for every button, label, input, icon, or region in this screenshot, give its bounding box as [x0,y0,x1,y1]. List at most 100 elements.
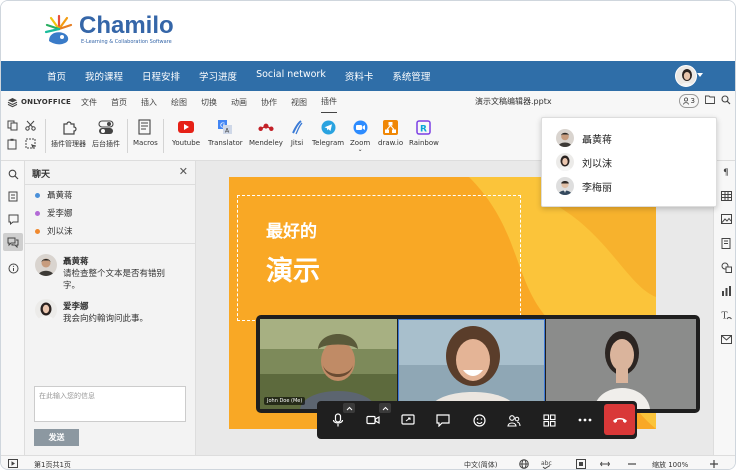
camera-icon[interactable] [363,410,383,430]
screen-share-icon[interactable] [398,410,418,430]
participants-icon[interactable] [504,410,524,430]
mendeley-plugin-button[interactable]: Mendeley [249,119,283,147]
jitsi-label: Jitsi [290,139,304,147]
table-settings-icon[interactable] [720,190,732,202]
plugin-manager-button[interactable]: 插件管理器 [51,119,86,149]
translator-plugin-button[interactable]: GA Translator [208,119,243,147]
chevron-down-icon[interactable] [697,73,703,77]
reactions-icon[interactable] [469,410,489,430]
chat-user-name: 爱李娜 [47,209,73,219]
end-call-button[interactable] [604,404,635,435]
participant-item[interactable]: 刘以沫 [556,153,612,171]
macros-button[interactable]: Macros [133,119,158,147]
language-selector[interactable]: 中文(简体) [464,460,497,469]
nav-progress[interactable]: 学习进度 [199,69,237,83]
play-slideshow-icon[interactable] [8,459,18,469]
open-location-icon[interactable] [705,95,715,107]
send-button[interactable]: 发送 [34,429,79,446]
status-bar: 第1页共1页 中文(简体) abc 缩放 100% [1,455,735,469]
chat-icon[interactable] [433,410,453,430]
globe-icon[interactable] [519,459,529,469]
cut-icon[interactable] [25,120,36,134]
rainbow-plugin-button[interactable]: R Rainbow [409,119,439,147]
tab-plugins[interactable]: 插件 [321,91,338,114]
chevron-down-icon[interactable]: ⌄ [358,147,363,153]
svg-text:R: R [420,124,427,134]
video-tile-self[interactable]: John Doe (Me) [260,319,397,409]
ribbon-separator [163,119,164,153]
participant-item[interactable]: 李梅丽 [556,177,612,195]
message-author: 爱李娜 [63,302,89,312]
drawio-plugin-button[interactable]: draw.io [378,119,403,147]
user-avatar[interactable] [675,65,697,87]
nav-administration[interactable]: 系统管理 [392,69,430,83]
chat-user: 刘以沫 [35,225,73,237]
copy-icon[interactable] [7,120,18,134]
youtube-icon [178,119,194,135]
self-video-label: John Doe (Me) [264,397,306,405]
zoom-out-icon[interactable] [627,459,637,469]
drawio-icon [383,119,399,135]
chat-message-input[interactable]: 在此输入您的信息 [34,386,186,422]
tab-insert[interactable]: 插入 [141,92,157,113]
nav-social-network[interactable]: Social network [256,69,326,83]
paragraph-settings-icon[interactable]: ¶ [720,167,732,179]
close-icon[interactable]: ✕ [179,165,188,178]
youtube-plugin-button[interactable]: Youtube [172,119,200,147]
image-settings-icon[interactable] [720,213,732,225]
nav-my-courses[interactable]: 我的课程 [85,69,123,83]
spellcheck-icon[interactable]: abc [541,459,553,469]
tab-collaboration[interactable]: 协作 [261,92,277,113]
select-all-icon[interactable] [25,138,37,153]
info-icon[interactable] [6,261,20,275]
translator-label: Translator [208,139,243,147]
tab-view[interactable]: 视图 [291,92,307,113]
zoom-plugin-button[interactable]: Zoom ⌄ [350,119,370,153]
avatar [35,254,57,276]
chat-icon[interactable] [3,233,23,251]
tab-animation[interactable]: 动画 [231,92,247,113]
more-options-icon[interactable] [575,410,595,430]
tab-file[interactable]: 文件 [81,92,97,113]
background-plugins-button[interactable]: 后台插件 [92,119,120,149]
slide-settings-icon[interactable] [720,237,732,249]
participant-item[interactable]: 聶黄蒋 [556,129,612,147]
user-color-dot [35,228,40,234]
chart-settings-icon[interactable] [720,285,732,297]
comments-icon[interactable] [6,212,20,226]
chamilo-header: Chamilo E-Learning & Collaboration Softw… [1,1,735,61]
video-tile-participant[interactable] [546,319,696,409]
jitsi-plugin-button[interactable]: Jitsi [289,119,305,147]
tab-home[interactable]: 首页 [111,92,127,113]
shape-settings-icon[interactable] [720,261,732,273]
fit-width-icon[interactable] [599,459,611,469]
hang-up-icon [612,417,627,423]
users-count-button[interactable]: 3 [678,94,699,108]
mail-icon[interactable] [720,333,732,345]
app-window: Chamilo E-Learning & Collaboration Softw… [0,0,736,470]
tab-transitions[interactable]: 切换 [201,92,217,113]
nav-profile[interactable]: 资料卡 [345,69,374,83]
zoom-in-icon[interactable] [709,459,719,469]
page-indicator: 第1页共1页 [34,461,71,469]
chamilo-logo[interactable]: Chamilo E-Learning & Collaboration Softw… [43,13,174,47]
tile-view-icon[interactable] [539,410,559,430]
nav-home[interactable]: 首页 [47,69,66,83]
telegram-plugin-button[interactable]: Telegram [312,119,344,147]
message-text: 请检查整个文本是否有错别字。 [63,269,166,291]
slides-thumbnail-icon[interactable] [6,189,20,203]
nav-agenda[interactable]: 日程安排 [142,69,180,83]
participants-popover: 聶黄蒋 刘以沫 李梅丽 [541,117,717,207]
plugin-manager-label: 插件管理器 [51,140,86,148]
video-tile-participant[interactable] [398,319,545,409]
microphone-icon[interactable] [328,410,348,430]
slide-title-line2: 演示 [266,256,320,287]
paste-icon[interactable] [7,138,18,153]
zoom-icon [352,119,368,135]
toggle-icon [98,119,114,135]
search-icon[interactable] [6,167,20,181]
tab-draw[interactable]: 绘图 [171,92,187,113]
fit-slide-icon[interactable] [576,459,586,469]
text-art-settings-icon[interactable]: T [720,309,732,321]
search-icon[interactable] [721,94,731,108]
